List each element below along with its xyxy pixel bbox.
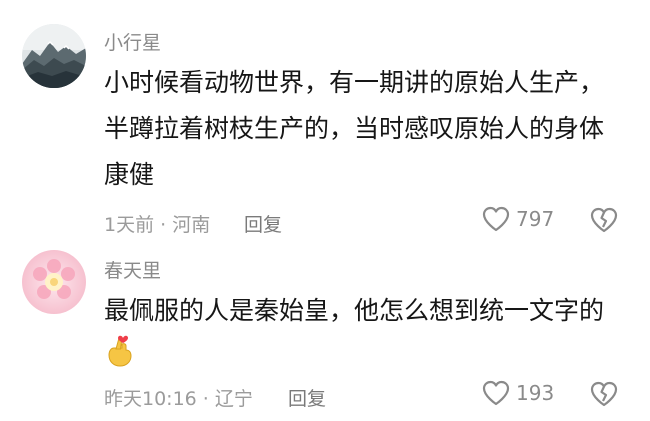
comment-line: 最佩服的人是秦始皇，他怎么想到统一文字的 [104,296,605,325]
comment-line: 小时候看动物世界，有一期讲的原始人生产， [104,68,605,97]
broken-heart-icon [590,381,618,407]
like-button[interactable]: 797 [482,206,554,232]
avatar[interactable] [22,250,86,314]
comment-line: 半蹲拉着树枝生产的，当时感叹原始人的身体 [104,114,605,143]
broken-heart-icon [590,207,618,233]
like-count: 797 [516,207,555,231]
heart-icon [482,206,510,232]
pink-flower-avatar-icon [22,250,86,314]
dislike-button[interactable] [590,381,618,411]
comment-text: 最佩服的人是秦始皇，他怎么想到统一文字的 [104,288,604,334]
like-button[interactable]: 193 [482,380,554,406]
username[interactable]: 春天里 [104,256,161,283]
reply-button[interactable]: 回复 [244,210,282,237]
like-count: 193 [516,381,555,405]
dislike-button[interactable] [590,207,618,237]
reply-button[interactable]: 回复 [288,384,326,411]
heart-icon [482,380,510,406]
avatar[interactable] [22,24,86,88]
comment-text: 小时候看动物世界，有一期讲的原始人生产， 半蹲拉着树枝生产的，当时感叹原始人的身… [104,60,604,198]
finger-heart-emoji-icon [106,334,134,372]
comment-meta: 昨天10:16 · 辽宁 [104,388,253,410]
comment-line: 康健 [104,160,155,189]
mountain-landscape-avatar-icon [22,24,86,88]
username[interactable]: 小行星 [104,28,161,55]
comment-meta: 1天前 · 河南 [104,214,211,236]
